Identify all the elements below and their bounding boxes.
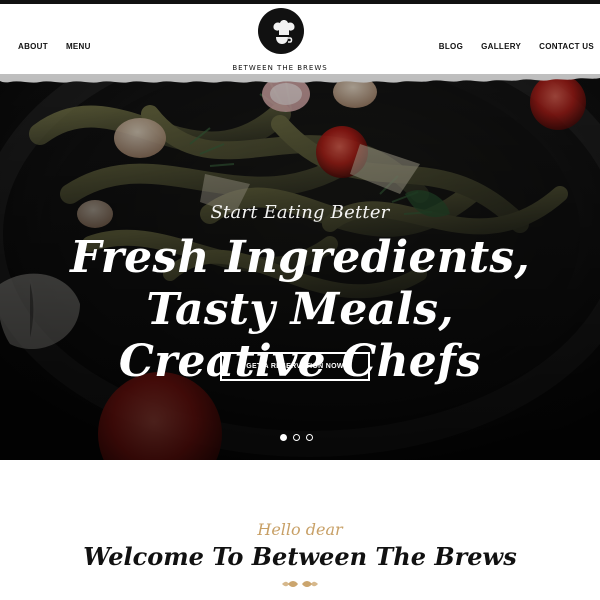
brand-name: BETWEEN THE BREWS <box>232 64 328 72</box>
hero-slider: Start Eating Better Fresh Ingredients, T… <box>0 74 600 460</box>
carousel-dot-1[interactable] <box>280 434 287 441</box>
page: ABOUT MENU BETWEEN THE BREWS BLOG GALLER… <box>0 0 600 600</box>
wheat-ornament-icon <box>282 581 318 587</box>
nav-menu[interactable]: MENU <box>66 42 91 51</box>
primary-nav-left: ABOUT MENU <box>18 42 91 51</box>
welcome-title: Welcome To Between The Brews <box>83 542 517 571</box>
welcome-section: Hello dear Welcome To Between The Brews <box>0 460 600 600</box>
nav-gallery[interactable]: GALLERY <box>481 42 521 51</box>
hero-headline-line-1: Fresh Ingredients, Tasty Meals, <box>70 232 530 335</box>
site-header: ABOUT MENU BETWEEN THE BREWS BLOG GALLER… <box>0 4 600 74</box>
welcome-ornament <box>0 576 600 597</box>
carousel-dot-3[interactable] <box>306 434 313 441</box>
carousel-dot-2[interactable] <box>293 434 300 441</box>
get-reservation-button[interactable]: GET A RESERVATION NOW <box>220 352 370 381</box>
chef-logo-icon <box>273 20 295 44</box>
nav-blog[interactable]: BLOG <box>439 42 463 51</box>
carousel-dots <box>280 434 313 441</box>
nav-about[interactable]: ABOUT <box>18 42 48 51</box>
nav-contact-us[interactable]: CONTACT US <box>539 42 594 51</box>
welcome-hello: Hello dear <box>257 520 343 539</box>
hero-eyebrow: Start Eating Better <box>210 202 390 223</box>
primary-nav-right: BLOG GALLERY CONTACT US <box>439 42 594 51</box>
brand-logo[interactable] <box>258 8 304 54</box>
